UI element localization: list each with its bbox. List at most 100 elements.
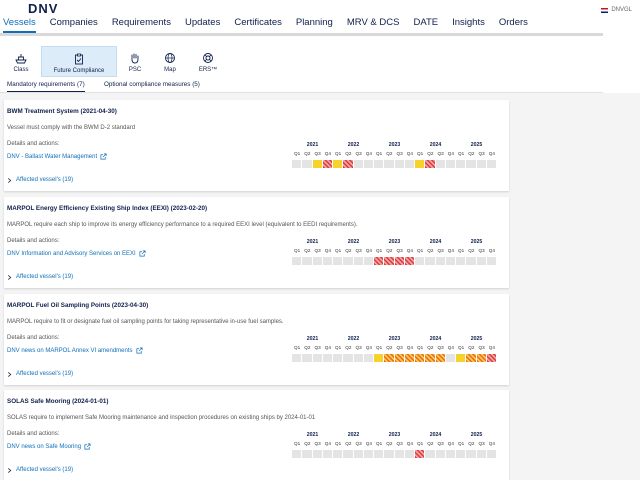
nav-companies[interactable]: Companies [50, 17, 98, 33]
details-link-label: DNV - Ballast Water Management [7, 153, 98, 160]
timeline-quarter: Q1 [417, 151, 424, 156]
timeline-cell [384, 160, 394, 168]
timeline-cell-planned [333, 160, 343, 168]
timeline-quarter: Q3 [396, 248, 403, 253]
tab-mandatory[interactable]: Mandatory requirements (7) [7, 81, 85, 92]
tab-optional[interactable]: Optional compliance measures (5) [104, 81, 200, 91]
nav-certificates[interactable]: Certificates [234, 17, 282, 33]
subnav-label: Map [164, 67, 176, 73]
timeline-quarter: Q4 [406, 151, 413, 156]
timeline-quarter: Q4 [488, 151, 495, 156]
timeline-years: 2021 2022 2023 2024 2025 [292, 142, 502, 150]
timeline-quarter: Q4 [488, 441, 495, 446]
subnav-map[interactable]: Map [155, 46, 185, 77]
affected-vessels-toggle[interactable]: Affected vessel's (19) [7, 371, 73, 377]
timeline-cell [353, 354, 363, 362]
timeline-quarter: Q4 [488, 345, 495, 350]
timeline-cell [292, 257, 302, 265]
nav-vessels[interactable]: Vessels [3, 17, 36, 33]
timeline-cell-due [486, 354, 496, 362]
timeline-cell [363, 257, 373, 265]
subnav-psc[interactable]: PSC [120, 46, 150, 77]
timeline-quarter: Q1 [458, 345, 465, 350]
timeline-cell [343, 450, 353, 458]
timeline-cell-planned [374, 354, 384, 362]
nav-requirements[interactable]: Requirements [112, 17, 171, 33]
affected-vessels-label: Affected vessel's (19) [16, 467, 74, 473]
requirement-title: SOLAS Safe Mooring (2024-01-01) [7, 398, 109, 405]
timeline-cell-due [404, 257, 414, 265]
timeline-quarter: Q3 [314, 248, 321, 253]
timeline-year: 2024 [429, 142, 442, 148]
timeline-cell [302, 450, 312, 458]
timeline-year: 2023 [388, 142, 401, 148]
affected-vessels-toggle[interactable]: Affected vessel's (19) [7, 274, 73, 280]
nav-date[interactable]: DATE [413, 17, 438, 33]
timeline-year: 2023 [388, 239, 401, 245]
timeline-quarter: Q2 [304, 441, 311, 446]
timeline-quarter: Q3 [314, 441, 321, 446]
details-link[interactable]: DNV news on MARPOL Annex VI amendments [7, 347, 143, 354]
affected-vessels-label: Affected vessel's (19) [16, 371, 74, 377]
timeline-quarter: Q3 [437, 151, 444, 156]
timeline-cell [394, 160, 404, 168]
timeline-cell [292, 450, 302, 458]
nav-mrv-dcs[interactable]: MRV & DCS [347, 17, 400, 33]
timeline-cell-due [435, 354, 445, 362]
timeline-quarters: Q1 Q2 Q3 Q4 Q1 Q2 Q3 Q4 Q1 Q2 Q3 Q4 Q1 Q2 Q3 Q4 Q1 Q2 Q3 Q4 [292, 151, 502, 159]
timeline-quarter: Q2 [304, 345, 311, 350]
timeline-quarter: Q2 [427, 345, 434, 350]
details-link[interactable]: DNV - Ballast Water Management [7, 153, 107, 160]
timeline-cell [456, 257, 466, 265]
timeline-cell-planned [456, 354, 466, 362]
user-menu[interactable]: DNVGL [601, 7, 632, 13]
nav-planning[interactable]: Planning [296, 17, 333, 33]
subnav-ers[interactable]: ERS™ [193, 46, 223, 77]
timeline-cell [456, 450, 466, 458]
timeline-year: 2023 [388, 336, 401, 342]
timeline-quarter: Q3 [437, 441, 444, 446]
timeline-cell [363, 450, 373, 458]
lifebuoy-icon [203, 53, 213, 63]
affected-vessels-toggle[interactable]: Affected vessel's (19) [7, 467, 73, 473]
timeline-cell [353, 160, 363, 168]
affected-vessels-toggle[interactable]: Affected vessel's (19) [7, 177, 73, 183]
timeline-quarter: Q3 [355, 441, 362, 446]
timeline-quarter: Q1 [376, 151, 383, 156]
timeline-cell-due [415, 354, 425, 362]
timeline-cell [425, 257, 435, 265]
dnv-logo[interactable]: DNV [28, 1, 58, 16]
timeline-cell [445, 450, 455, 458]
subnav-class[interactable]: Class [2, 46, 40, 77]
timeline-cell-planned [312, 160, 322, 168]
timeline-cell [363, 354, 373, 362]
tabs-divider [0, 92, 603, 93]
timeline-cell [435, 160, 445, 168]
hand-icon [131, 53, 139, 64]
nav-insights[interactable]: Insights [452, 17, 485, 33]
requirement-tabs: Mandatory requirements (7) Optional comp… [0, 78, 640, 93]
timeline-quarter: Q3 [437, 248, 444, 253]
timeline-quarter: Q3 [478, 248, 485, 253]
timeline-quarter: Q2 [304, 151, 311, 156]
timeline-cell [374, 450, 384, 458]
timeline-cell [353, 450, 363, 458]
timeline-cell-due [384, 257, 394, 265]
nav-updates[interactable]: Updates [185, 17, 220, 33]
chevron-right-icon [8, 467, 12, 473]
nav-orders[interactable]: Orders [499, 17, 528, 33]
timeline-cell [374, 160, 384, 168]
timeline-quarter: Q3 [396, 345, 403, 350]
timeline-cell-due [384, 354, 394, 362]
timeline-cell [476, 257, 486, 265]
timeline-quarter: Q1 [335, 345, 342, 350]
details-link[interactable]: DNV news on Safe Mooring [7, 443, 91, 450]
timeline-cell [292, 354, 302, 362]
timeline-cell [343, 354, 353, 362]
details-link[interactable]: DNV Information and Advisory Services on… [7, 250, 146, 257]
timeline-quarter: Q1 [294, 345, 301, 350]
subnav-future-compliance[interactable]: Future Compliance [41, 46, 117, 77]
timeline-cell-due [394, 257, 404, 265]
timeline-cell [466, 450, 476, 458]
requirement-card: MARPOL Fuel Oil Sampling Points (2023-04… [4, 294, 509, 385]
